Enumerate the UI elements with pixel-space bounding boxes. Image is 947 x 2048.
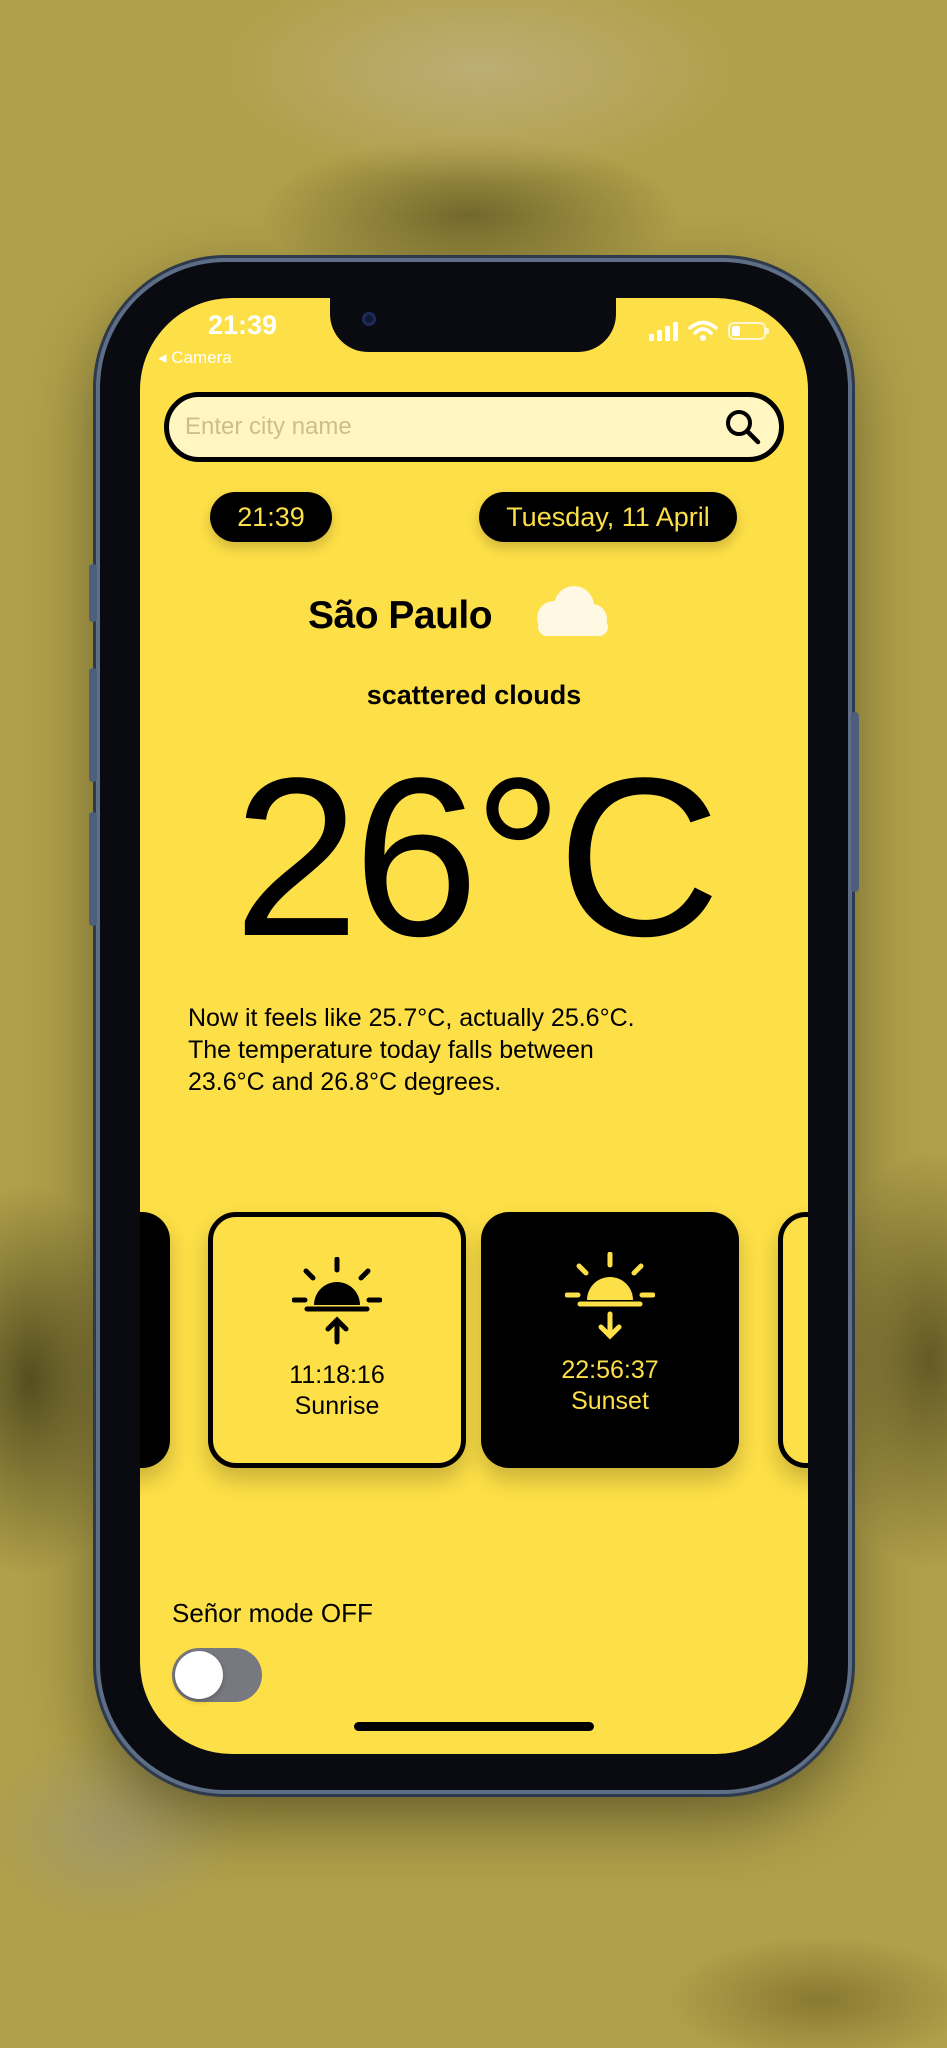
phone-frame: 21:39 ◂ Camera 21:39: [89, 262, 859, 1790]
senor-mode-label: Señor mode OFF: [172, 1598, 373, 1628]
home-indicator[interactable]: [354, 1722, 594, 1731]
back-to-camera-link[interactable]: ◂ Camera: [158, 348, 232, 368]
status-icons: [649, 320, 769, 342]
sunrise-icon: [292, 1257, 382, 1345]
details-line: Now it feels like 25.7°C, actually 25.6°…: [188, 1004, 635, 1032]
volume-up-button: [89, 668, 97, 782]
search-icon[interactable]: [721, 405, 765, 449]
action-button: [89, 564, 97, 622]
status-time: 21:39: [208, 310, 278, 340]
next-card-peek[interactable]: [778, 1212, 808, 1468]
power-button: [851, 712, 859, 892]
city-search-input[interactable]: [169, 412, 721, 442]
weather-description: scattered clouds: [366, 680, 582, 710]
previous-card-peek[interactable]: [140, 1212, 170, 1468]
sunrise-label: Sunrise: [294, 1392, 380, 1420]
temperature: 26°C: [233, 730, 721, 983]
details-line: The temperature today falls between: [188, 1036, 594, 1064]
current-date-badge: Tuesday, 11 April: [479, 492, 737, 542]
sunset-card[interactable]: 22:56:37 Sunset: [481, 1212, 739, 1468]
sunset-time: 22:56:37: [561, 1356, 659, 1384]
sunrise-time: 11:18:16: [289, 1361, 385, 1389]
signal-icon: [649, 321, 678, 341]
volume-down-button: [89, 812, 97, 926]
current-time-badge: 21:39: [210, 492, 332, 542]
app-screen: 21:39 ◂ Camera 21:39: [140, 298, 808, 1754]
sunset-icon: [565, 1252, 655, 1340]
details-line: 23.6°C and 26.8°C degrees.: [188, 1068, 502, 1096]
battery-icon: [728, 322, 769, 340]
sunset-label: Sunset: [571, 1387, 649, 1415]
front-camera: [362, 312, 376, 326]
cloud-icon: [537, 586, 608, 636]
sunrise-card[interactable]: 11:18:16 Sunrise: [208, 1212, 466, 1468]
city-search-bar: [164, 392, 784, 462]
notch: [330, 298, 616, 352]
temperature-details: Now it feels like 25.7°C, actually 25.6°…: [188, 1002, 748, 1098]
toggle-knob: [175, 1651, 223, 1699]
city-name: São Paulo: [308, 594, 493, 637]
senor-mode-toggle[interactable]: [172, 1648, 262, 1702]
wifi-icon: [688, 320, 718, 341]
